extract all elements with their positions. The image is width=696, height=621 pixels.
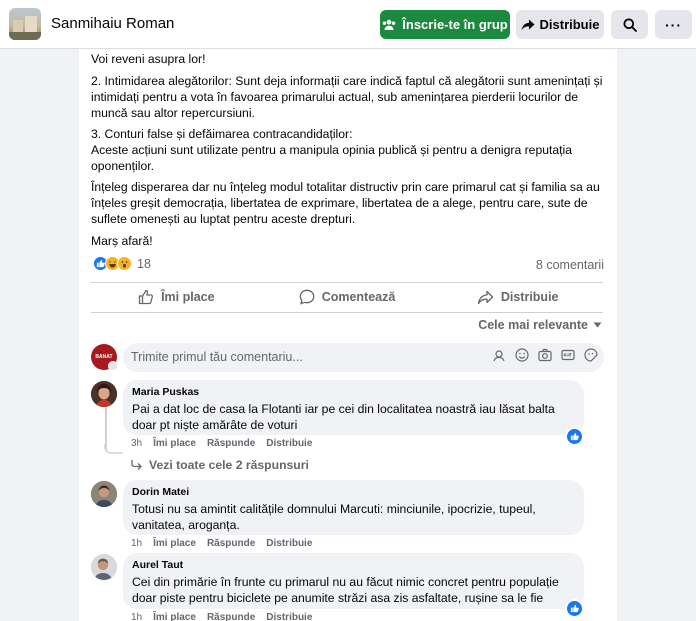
join-group-button[interactable]: Înscrie-te în grup: [380, 10, 510, 39]
comment-bubble: Dorin Matei Totusi nu sa amintit calităț…: [123, 480, 584, 535]
share-arrow-icon: [521, 19, 535, 30]
comment-meta: 3h Îmi place Răspunde Distribuie: [131, 438, 312, 449]
comment-time[interactable]: 3h: [131, 438, 142, 449]
comment-input[interactable]: Trimite primul tău comentariu...: [123, 343, 604, 372]
like-label: Îmi place: [161, 290, 215, 304]
comment-share-link[interactable]: Distribuie: [266, 612, 312, 621]
like-button[interactable]: Îmi place: [91, 282, 262, 312]
comment-share-link[interactable]: Distribuie: [266, 538, 312, 549]
comment-like-link[interactable]: Îmi place: [153, 612, 196, 621]
comment-bubble: Maria Puskas Pai a dat loc de casa la Fl…: [123, 380, 584, 435]
avatar-logo-text: BANAT: [95, 354, 113, 360]
thumbs-up-icon: [138, 289, 154, 305]
share-button[interactable]: Distribuie: [432, 282, 603, 312]
commenter-avatar[interactable]: [91, 481, 117, 507]
reply-thread-curve: [104, 444, 123, 454]
share-arrow-icon: [477, 290, 493, 304]
share-group-label: Distribuie: [539, 17, 600, 32]
share-label: Distribuie: [500, 290, 559, 304]
post-paragraph: Marș afară!: [91, 234, 153, 248]
comment-like-link[interactable]: Îmi place: [153, 538, 196, 549]
divider: [91, 312, 603, 313]
comment-count[interactable]: 8 comentarii: [536, 258, 604, 272]
comment-sort-dropdown[interactable]: Cele mai relevante: [478, 318, 602, 332]
comment-label: Comentează: [321, 290, 396, 304]
group-name[interactable]: Sanmihaiu Roman: [51, 15, 174, 32]
emoji-icon[interactable]: [515, 348, 529, 362]
reply-arrow-icon: [131, 460, 142, 470]
comment-like-badge[interactable]: [565, 599, 584, 618]
join-group-label: Înscrie-te în grup: [402, 17, 508, 32]
comment-reply-link[interactable]: Răspunde: [207, 538, 255, 549]
comment-author[interactable]: Maria Puskas: [132, 386, 572, 398]
gif-icon[interactable]: [561, 348, 575, 362]
post-paragraph: Voi reveni asupra lor!: [91, 52, 206, 66]
wow-reaction-icon: [117, 256, 132, 271]
comment-author[interactable]: Aurel Taut: [132, 559, 572, 571]
comment-meta: 1h Îmi place Răspunde Distribuie: [131, 612, 312, 621]
comment-input-placeholder: Trimite primul tău comentariu...: [131, 350, 303, 364]
comment-text: Totusi nu sa amintit calitățile domnului…: [132, 502, 536, 532]
comment-bubble: Aurel Taut Cei din primărie în frunte cu…: [123, 553, 584, 609]
avatar-switch-icon[interactable]: [108, 361, 118, 371]
view-replies-label: Vezi toate cele 2 răspunsuri: [149, 458, 309, 472]
composer-tools: [492, 348, 598, 362]
camera-icon[interactable]: [538, 348, 552, 362]
reaction-count: 18: [137, 256, 151, 271]
post-paragraph: 3. Conturi false și defăimarea contracan…: [91, 127, 353, 141]
people-icon: [382, 19, 396, 30]
search-icon: [623, 18, 637, 32]
sticker-icon[interactable]: [584, 348, 598, 362]
more-icon: ···: [665, 16, 682, 33]
comment-bubble-icon: [299, 289, 315, 305]
post-paragraph: 2. Intimidarea alegătorilor: Sunt deja i…: [91, 74, 603, 120]
comment-time[interactable]: 1h: [131, 612, 142, 621]
comment-reply-link[interactable]: Răspunde: [207, 612, 255, 621]
comment-author[interactable]: Dorin Matei: [132, 486, 572, 498]
post-paragraph: Înțeleg disperarea dar nu înțeleg modul …: [91, 180, 600, 226]
comment-text: Cei din primărie în frunte cu primarul n…: [132, 575, 559, 605]
avatar-sticker-icon[interactable]: [492, 348, 506, 362]
view-replies-link[interactable]: Vezi toate cele 2 răspunsuri: [131, 458, 309, 472]
post-card: Voi reveni asupra lor! 2. Intimidarea al…: [79, 30, 617, 621]
search-button[interactable]: [611, 10, 648, 39]
commenter-avatar[interactable]: [91, 554, 117, 580]
post-paragraph: Aceste acțiuni sunt utilizate pentru a m…: [91, 143, 573, 173]
comment-reply-link[interactable]: Răspunde: [207, 438, 255, 449]
group-header-bar: Sanmihaiu Roman Înscrie-te în grup Distr…: [0, 0, 696, 49]
comment-share-link[interactable]: Distribuie: [266, 438, 312, 449]
post-actions: Îmi place Comentează Distribuie: [91, 282, 603, 312]
comment-time[interactable]: 1h: [131, 538, 142, 549]
reaction-summary[interactable]: 18: [93, 256, 151, 271]
comment-meta: 1h Îmi place Răspunde Distribuie: [131, 538, 312, 549]
comment-like-link[interactable]: Îmi place: [153, 438, 196, 449]
commenter-avatar[interactable]: [91, 381, 117, 407]
share-group-button[interactable]: Distribuie: [516, 10, 604, 39]
more-options-button[interactable]: ···: [655, 10, 692, 39]
sort-label: Cele mai relevante: [478, 318, 588, 332]
comment-text: Pai a dat loc de casa la Flotanti iar pe…: [132, 402, 555, 432]
caret-down-icon: [593, 322, 602, 328]
group-thumbnail[interactable]: [9, 8, 41, 40]
comment-like-badge[interactable]: [565, 427, 584, 446]
comment-button[interactable]: Comentează: [262, 282, 433, 312]
